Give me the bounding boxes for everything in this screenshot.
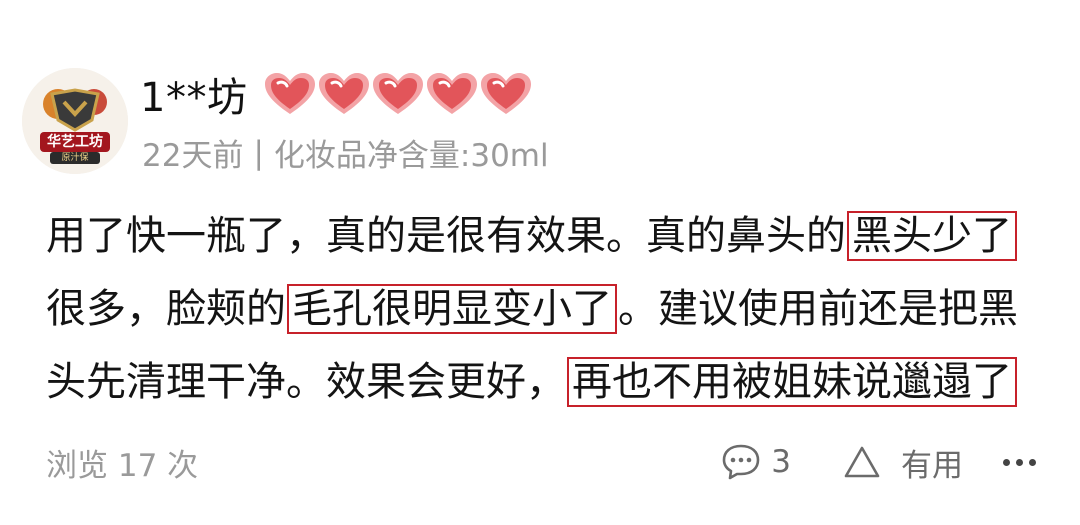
more-options-button[interactable] (1003, 458, 1036, 466)
review-meta: 22天前 | 化妆品净含量:30ml (142, 130, 549, 175)
heart-icon (427, 73, 478, 114)
comment-count: 3 (771, 444, 791, 480)
comment-button[interactable]: 3 (721, 443, 791, 481)
highlighted-phrase: 黑头少了 (847, 211, 1017, 261)
review-content: 用了快一瓶了，真的是很有效果。真的鼻头的 黑头少了很多，脸颊的 毛孔很明显变小了 。建… (46, 200, 1046, 419)
user-header: 1**坊 (140, 66, 533, 122)
heart-icon (373, 73, 424, 114)
heart-icon (481, 73, 532, 114)
highlighted-phrase: 再也不用被姐妹说邋遢了 (567, 357, 1017, 407)
rating-hearts (263, 71, 533, 117)
heart-icon (265, 73, 316, 114)
avatar-logo-text: 华艺工坊 (47, 134, 103, 150)
more-dot-icon (1029, 458, 1036, 466)
review-footer: 浏览 17 次 3 有用 (46, 434, 1036, 490)
more-dot-icon (1003, 458, 1010, 466)
comment-icon (721, 443, 761, 481)
product-spec: 化妆品净含量:30ml (273, 138, 549, 174)
useful-button[interactable]: 有用 (843, 440, 963, 485)
review-time: 22天前 (142, 138, 244, 174)
meta-separator: | (253, 134, 264, 171)
highlighted-phrase: 毛孔很明显变小了 (287, 284, 617, 334)
more-dot-icon (1016, 458, 1023, 466)
view-count: 浏览 17 次 (46, 447, 199, 484)
useful-label: 有用 (901, 447, 963, 484)
avatar-logo-subtext: 原汁保 (61, 153, 89, 163)
review-text-part-1: 用了快一瓶了，真的是很有效果。真的鼻头的 (46, 213, 846, 259)
triangle-up-icon (843, 445, 881, 479)
review-text-part-2: 很多，脸颊的 (46, 286, 286, 332)
heart-icon (319, 73, 370, 114)
user-avatar[interactable]: 华艺工坊 原汁保 (22, 68, 128, 174)
username[interactable]: 1**坊 (140, 65, 247, 123)
